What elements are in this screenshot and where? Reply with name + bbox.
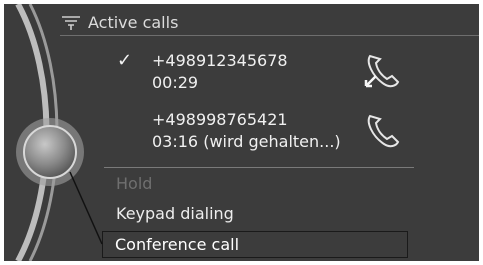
menu-divider: [104, 167, 414, 168]
call-number: +498912345678: [152, 51, 288, 70]
header-divider: [60, 35, 479, 36]
handset-icon[interactable]: [362, 110, 406, 150]
phone-settings-icon: [62, 16, 80, 30]
call-duration: 00:29: [152, 73, 199, 92]
call-number: +498998765421: [152, 110, 288, 129]
hold-menu-item[interactable]: Hold: [116, 174, 152, 193]
menu-title: Active calls: [88, 12, 179, 32]
conference-call-menu-item[interactable]: Conference call: [102, 231, 408, 258]
idrive-screen: Active calls ✓ +498912345678 00:29 +4989…: [4, 4, 479, 261]
controller-knob-graphic: [15, 4, 84, 261]
keypad-dialing-menu-item[interactable]: Keypad dialing: [116, 204, 234, 223]
menu-header: Active calls: [60, 11, 178, 33]
handset-swap-icon[interactable]: [362, 50, 406, 90]
call-status: 03:16 (wird gehalten...): [152, 132, 341, 151]
checkmark-icon: ✓: [117, 50, 133, 71]
